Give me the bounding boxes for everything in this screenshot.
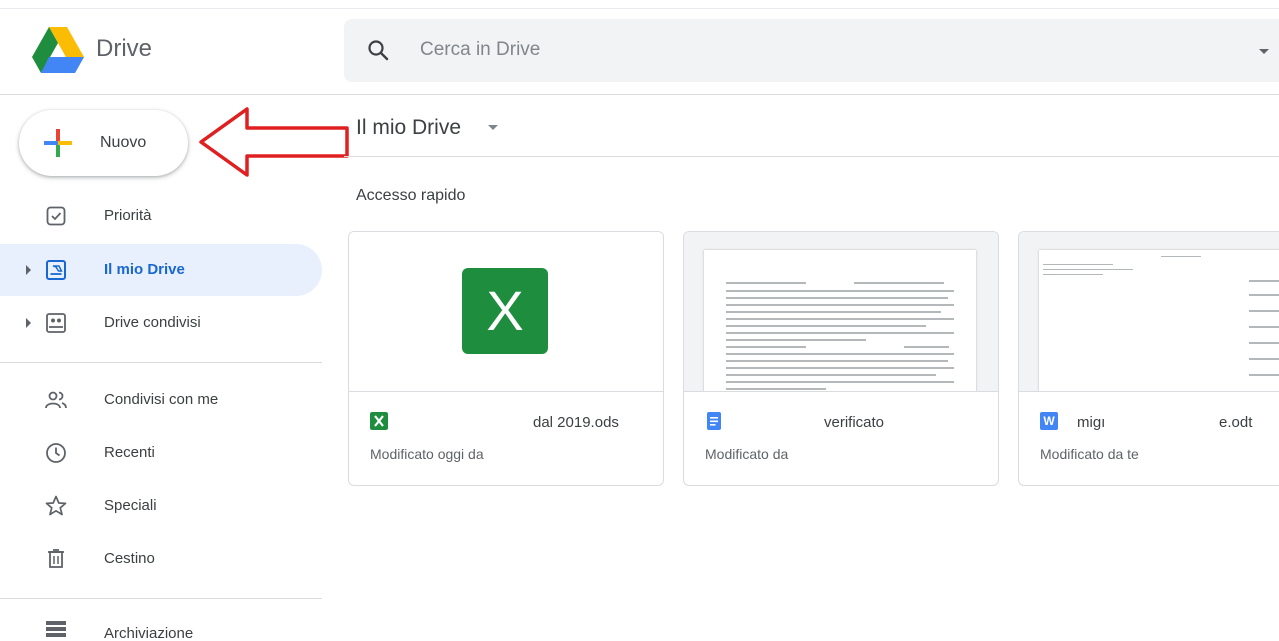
shared-drives-icon [46, 313, 66, 333]
docs-icon [707, 412, 721, 430]
sidebar-item-my-drive[interactable]: Il mio Drive [0, 244, 322, 296]
app-name: Drive [96, 35, 153, 62]
file-thumbnail[interactable] [684, 232, 998, 392]
expand-arrow-icon[interactable] [26, 318, 31, 328]
search-input[interactable]: Cerca in Drive [420, 39, 540, 61]
quick-access-card-doc[interactable]: verificato Modificato da [683, 231, 999, 486]
file-thumbnail[interactable]: X [349, 232, 663, 392]
section-title: Accesso rapido [356, 187, 466, 204]
people-icon [45, 391, 67, 409]
sidebar-item-storage[interactable]: Archiviazione [0, 609, 322, 641]
file-modified: Modificato da te [1040, 446, 1139, 462]
new-button[interactable]: Nuovo [19, 110, 188, 176]
my-drive-icon [46, 260, 66, 280]
sidebar-item-label: Il mio Drive [104, 261, 185, 278]
word-icon: W [1040, 412, 1058, 430]
file-thumbnail[interactable] [1019, 232, 1279, 392]
sidebar-item-label: Cestino [104, 550, 155, 567]
document-preview [1039, 250, 1279, 391]
file-name: dal 2019.ods [533, 414, 619, 431]
sidebar-item-trash[interactable]: Cestino [0, 533, 322, 585]
main-divider [344, 156, 1279, 157]
sidebar-item-starred[interactable]: Speciali [0, 480, 322, 532]
file-name-start: migı [1077, 414, 1106, 431]
expand-arrow-icon[interactable] [26, 265, 31, 275]
quick-access-card-sheet[interactable]: X dal 2019.ods Modificato oggi da [348, 231, 664, 486]
file-name: verificato [824, 414, 885, 431]
storage-icon [46, 621, 66, 637]
file-modified: Modificato da [705, 446, 789, 462]
sidebar-item-shared-drives[interactable]: Drive condivisi [0, 297, 322, 349]
breadcrumb-chevron-down-icon[interactable] [488, 125, 498, 130]
search-options-chevron-down-icon[interactable] [1259, 49, 1269, 54]
sidebar-item-label: Drive condivisi [104, 314, 201, 331]
sidebar-item-label: Archiviazione [104, 625, 194, 641]
search-icon[interactable] [366, 38, 390, 62]
sidebar-divider [0, 362, 322, 363]
file-name-end: e.odt [1219, 414, 1253, 431]
star-icon [45, 495, 67, 516]
new-button-label: Nuovo [100, 134, 147, 151]
clock-icon [46, 443, 66, 463]
top-border [0, 8, 1279, 9]
sidebar-item-recent[interactable]: Recenti [0, 427, 322, 479]
document-preview [704, 250, 976, 391]
sidebar-item-shared-with-me[interactable]: Condivisi con me [0, 374, 322, 426]
search-bar[interactable]: Cerca in Drive [344, 19, 1279, 82]
trash-icon [48, 549, 64, 568]
drive-logo-icon[interactable] [32, 27, 84, 73]
sidebar-item-priority[interactable]: Priorità [0, 190, 322, 242]
header-divider [0, 94, 1279, 95]
spreadsheet-icon [370, 412, 388, 430]
sidebar-divider [0, 598, 322, 599]
page-title[interactable]: Il mio Drive [356, 116, 461, 140]
sidebar-item-label: Recenti [104, 444, 155, 461]
plus-icon [44, 129, 72, 157]
file-modified: Modificato oggi da [370, 446, 484, 462]
sidebar-item-label: Condivisi con me [104, 391, 219, 408]
sidebar-item-label: Speciali [104, 497, 157, 514]
spreadsheet-large-icon: X [462, 268, 548, 354]
quick-access-card-word[interactable]: W migı e.odt Modificato da te [1018, 231, 1279, 486]
annotation-arrow-icon [199, 107, 349, 177]
sidebar-item-label: Priorità [104, 207, 152, 224]
priority-check-icon [46, 206, 66, 226]
